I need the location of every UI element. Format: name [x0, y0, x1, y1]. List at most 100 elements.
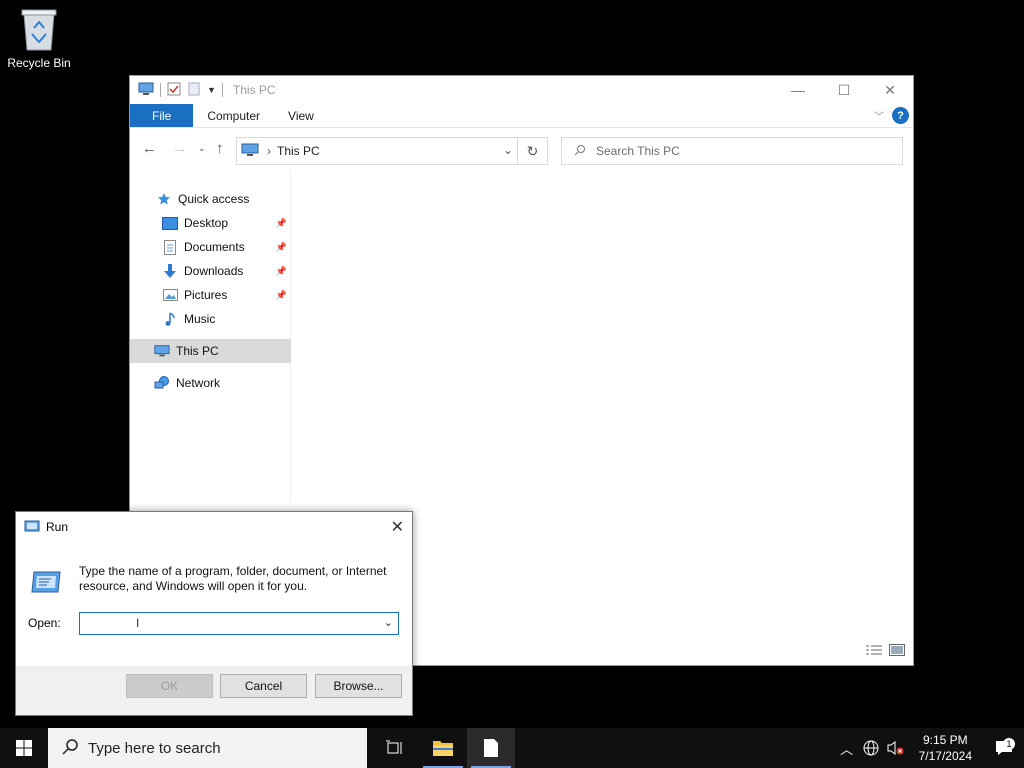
- folder-icon: [433, 741, 453, 756]
- properties-icon[interactable]: [167, 82, 181, 99]
- ok-button[interactable]: OK: [126, 674, 213, 698]
- windows-logo-icon: [16, 740, 32, 756]
- taskbar-search-box[interactable]: Type here to search: [48, 728, 367, 768]
- nav-this-pc[interactable]: This PC: [130, 339, 291, 363]
- address-dropdown-icon[interactable]: ⌄: [503, 143, 513, 157]
- breadcrumb-chevron-icon[interactable]: ›: [267, 144, 271, 158]
- run-button-row: OK Cancel Browse...: [16, 666, 412, 716]
- system-tray: ︿ 9:15 PM 7/17/2024 1: [835, 728, 1024, 768]
- window-title: This PC: [232, 83, 276, 97]
- run-program-icon: [30, 570, 62, 597]
- star-icon: [156, 191, 172, 207]
- nav-network[interactable]: Network: [130, 371, 291, 395]
- this-pc-icon: [154, 343, 170, 359]
- documents-icon: [162, 239, 178, 255]
- pin-icon[interactable]: 📌: [276, 266, 287, 277]
- recycle-bin-icon: [20, 6, 58, 52]
- browse-button[interactable]: Browse...: [315, 674, 402, 698]
- help-icon[interactable]: ?: [892, 107, 909, 124]
- nav-quick-access-label: Quick access: [178, 192, 250, 206]
- network-icon: [154, 375, 170, 391]
- run-close-icon[interactable]: ✕: [391, 517, 404, 537]
- nav-item-music[interactable]: Music: [130, 307, 291, 331]
- nav-item-label: Downloads: [184, 264, 244, 278]
- run-title: Run: [46, 520, 69, 534]
- this-pc-window-icon: [138, 82, 154, 99]
- recycle-bin-shortcut[interactable]: Recycle Bin: [6, 6, 72, 70]
- view-switcher: [865, 644, 905, 659]
- nav-item-label: Documents: [184, 240, 245, 254]
- back-arrow-icon[interactable]: ←: [142, 140, 157, 157]
- run-body: Type the name of a program, folder, docu…: [16, 542, 412, 666]
- taskbar-search-placeholder: Type here to search: [88, 739, 221, 757]
- tab-file[interactable]: File: [130, 104, 194, 127]
- details-view-icon[interactable]: [865, 644, 883, 659]
- taskbar: Type here to search ︿ 9:15 PM 7/17/2024 …: [0, 728, 1024, 768]
- tab-view[interactable]: View: [274, 104, 328, 127]
- text-cursor-icon: I: [136, 616, 140, 630]
- document-icon: [484, 739, 498, 757]
- clock-time: 9:15 PM: [922, 733, 968, 747]
- notification-count-badge: 1: [1003, 738, 1015, 750]
- pin-icon[interactable]: 📌: [276, 290, 287, 301]
- start-button[interactable]: [0, 728, 48, 768]
- ribbon-tabs: File Computer View ﹀ ?: [130, 104, 913, 128]
- network-globe-icon[interactable]: [859, 740, 883, 756]
- download-arrow-icon: [162, 263, 178, 279]
- large-icons-view-icon[interactable]: [889, 644, 905, 659]
- run-description: Type the name of a program, folder, docu…: [79, 564, 387, 593]
- search-placeholder: Search This PC: [596, 144, 680, 158]
- toolbar-separator: [221, 83, 223, 97]
- close-button[interactable]: ✕: [867, 76, 913, 104]
- recent-locations-chevron-icon[interactable]: ⌄: [198, 143, 206, 154]
- this-pc-icon: [241, 143, 259, 160]
- quick-access-toolbar: ▼ This PC: [130, 76, 276, 104]
- show-hidden-icons-chevron-icon[interactable]: ︿: [835, 739, 859, 758]
- title-bar[interactable]: ▼ This PC — ☐ ✕: [130, 76, 913, 104]
- minimize-button[interactable]: —: [775, 76, 821, 104]
- search-icon: [62, 738, 78, 758]
- task-view-button[interactable]: [371, 728, 419, 768]
- new-folder-icon[interactable]: [187, 82, 201, 99]
- taskbar-run-app[interactable]: [467, 728, 515, 768]
- pin-icon[interactable]: 📌: [276, 242, 287, 253]
- music-note-icon: [162, 311, 178, 327]
- taskbar-file-explorer[interactable]: [419, 728, 467, 768]
- expand-ribbon-icon[interactable]: ﹀: [874, 108, 884, 123]
- forward-arrow-icon[interactable]: →: [172, 140, 187, 157]
- pictures-icon: [162, 287, 178, 303]
- search-box[interactable]: Search This PC: [561, 137, 903, 165]
- nav-item-documents[interactable]: Documents 📌: [130, 235, 291, 259]
- navigation-pane: Quick access Desktop 📌 Documents 📌 Downl…: [130, 171, 291, 501]
- nav-network-label: Network: [176, 376, 221, 390]
- address-row: ← → ⌄ ↑ › This PC ⌄ ↻ Search This PC: [130, 128, 913, 170]
- task-view-icon: [386, 740, 402, 754]
- address-location[interactable]: This PC: [277, 144, 320, 158]
- action-center-button[interactable]: 1: [984, 738, 1024, 756]
- address-bar[interactable]: › This PC ⌄ ↻: [236, 137, 548, 165]
- desktop-icon: [162, 215, 178, 231]
- nav-this-pc-label: This PC: [176, 344, 219, 358]
- up-arrow-icon[interactable]: ↑: [216, 140, 224, 157]
- run-title-bar[interactable]: Run ✕: [16, 512, 412, 542]
- refresh-icon[interactable]: ↻: [517, 138, 547, 164]
- pin-icon[interactable]: 📌: [276, 218, 287, 229]
- volume-muted-icon[interactable]: [883, 740, 907, 756]
- nav-item-downloads[interactable]: Downloads 📌: [130, 259, 291, 283]
- run-dialog: Run ✕ Type the name of a program, folder…: [15, 511, 413, 716]
- open-dropdown-icon[interactable]: ⌄: [384, 616, 393, 629]
- customize-toolbar-dropdown-icon[interactable]: ▼: [207, 85, 216, 95]
- toolbar-separator: [160, 83, 161, 97]
- tab-computer[interactable]: Computer: [193, 104, 274, 127]
- nav-item-desktop[interactable]: Desktop 📌: [130, 211, 291, 235]
- run-icon: [24, 519, 40, 536]
- open-label: Open:: [28, 616, 61, 630]
- nav-item-pictures[interactable]: Pictures 📌: [130, 283, 291, 307]
- maximize-button[interactable]: ☐: [821, 76, 867, 104]
- nav-quick-access[interactable]: Quick access: [130, 187, 291, 211]
- clock-date: 7/17/2024: [918, 749, 972, 763]
- cancel-button[interactable]: Cancel: [220, 674, 307, 698]
- search-icon: [574, 144, 586, 159]
- open-combobox[interactable]: I ⌄: [79, 612, 399, 635]
- clock[interactable]: 9:15 PM 7/17/2024: [919, 732, 972, 764]
